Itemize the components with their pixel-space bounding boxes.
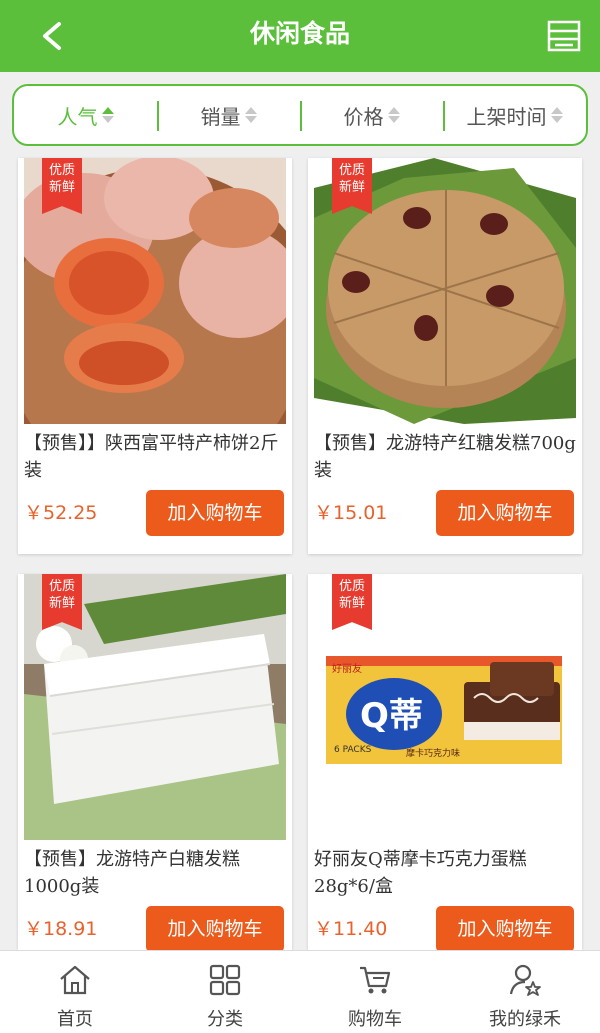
tab-label: 分类 [207,1009,243,1030]
sort-arrows-icon [550,107,563,123]
sort-bar: 人气 销量 价格 上架时间 [12,84,588,146]
product-name[interactable]: 【预售】龙游特产白糖发糕1000g装 [24,846,290,900]
tab-label: 购物车 [348,1009,402,1030]
tab-home[interactable]: 首页 [0,951,150,1033]
sort-label: 上架时间 [466,104,547,129]
home-icon [60,965,90,995]
sort-label: 价格 [343,104,384,129]
grid-icon [209,964,241,996]
sort-arrows-icon [244,107,257,123]
sort-price[interactable]: 价格 [300,86,443,144]
add-to-cart-button[interactable]: 加入购物车 [436,906,574,952]
add-to-cart-button[interactable]: 加入购物车 [146,490,284,536]
list-menu-icon [547,20,581,52]
quality-badge: 优质 新鲜 [332,158,372,214]
tab-category[interactable]: 分类 [150,951,300,1033]
product-card[interactable]: 优质 新鲜 【预售】龙游特产白糖发糕1000g装 ￥18.91 加入购物车 [18,574,292,952]
box-packs-text: 6 PACKS [334,745,372,755]
product-name[interactable]: 好丽友Q蒂摩卡巧克力蛋糕28g*6/盒 [314,846,580,900]
top-nav-bar: 休闲食品 [0,0,600,72]
product-price: ￥52.25 [24,502,98,524]
product-card[interactable]: 好丽友 Q蒂 6 PACKS 摩卡巧克力味 优质 新鲜 好丽友Q蒂摩卡巧克力蛋糕… [308,574,582,952]
tab-label: 我的绿禾 [489,1009,561,1030]
tab-profile[interactable]: 我的绿禾 [450,951,600,1033]
product-name[interactable]: 【预售】】陕西富平特产柿饼2斤装 [24,430,290,484]
quality-badge: 优质 新鲜 [42,158,82,214]
sort-arrows-icon [101,107,114,123]
box-flavor-text: 摩卡巧克力味 [406,747,460,759]
bottom-tab-bar: 首页 分类 购物车 我的绿禾 [0,950,600,1033]
sort-popularity[interactable]: 人气 [14,86,157,144]
sort-listing-time[interactable]: 上架时间 [443,86,586,144]
cart-icon [360,966,391,994]
badge-line: 优质 [338,579,365,594]
sort-label: 销量 [200,104,241,129]
add-to-cart-button[interactable]: 加入购物车 [146,906,284,952]
back-button[interactable] [28,12,76,60]
tab-label: 首页 [57,1009,93,1030]
badge-line: 优质 [48,163,75,178]
sort-sales[interactable]: 销量 [157,86,300,144]
box-logo-text: Q蒂 [360,696,423,736]
tab-cart[interactable]: 购物车 [300,951,450,1033]
product-price: ￥18.91 [24,918,98,940]
badge-line: 新鲜 [338,180,365,195]
menu-button[interactable] [540,12,588,60]
badge-line: 新鲜 [48,180,75,195]
sort-label: 人气 [57,104,98,129]
badge-line: 新鲜 [338,596,365,611]
chevron-left-icon [43,22,61,50]
page-title: 休闲食品 [249,19,350,48]
add-to-cart-button[interactable]: 加入购物车 [436,490,574,536]
user-star-icon [509,964,541,996]
product-card[interactable]: 优质 新鲜 【预售】龙游特产红糖发糕700g装 ￥15.01 加入购物车 [308,158,582,554]
product-name[interactable]: 【预售】龙游特产红糖发糕700g装 [314,430,580,484]
badge-line: 优质 [338,163,365,178]
product-card[interactable]: 优质 新鲜 【预售】】陕西富平特产柿饼2斤装 ￥52.25 加入购物车 [18,158,292,554]
sort-arrows-icon [387,107,400,123]
product-price: ￥15.01 [314,502,388,524]
box-brand-text: 好丽友 [332,662,362,675]
quality-badge: 优质 新鲜 [42,574,82,630]
quality-badge: 优质 新鲜 [332,574,372,630]
badge-line: 新鲜 [48,596,75,611]
product-price: ￥11.40 [314,918,388,940]
badge-line: 优质 [48,579,75,594]
